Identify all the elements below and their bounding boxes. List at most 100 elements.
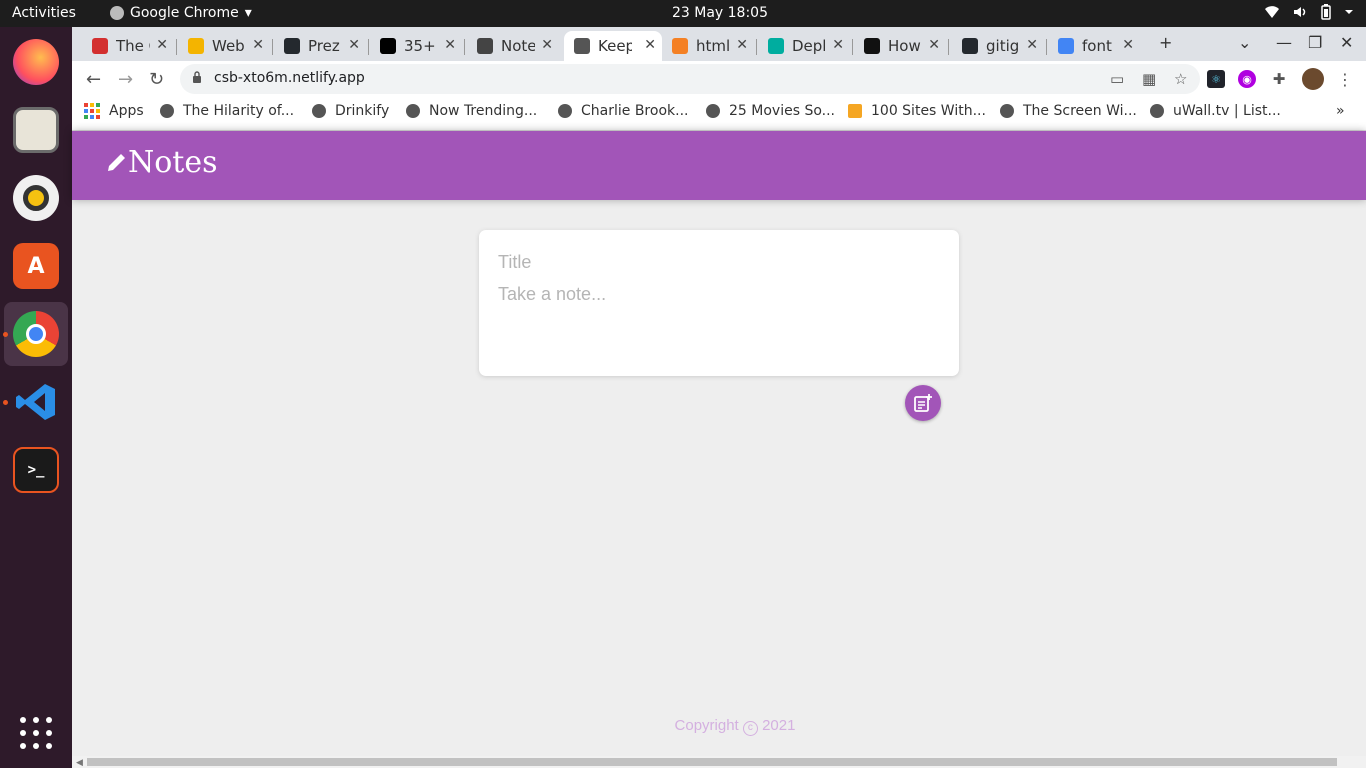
tab-separator bbox=[272, 39, 273, 55]
bookmark-label: 25 Movies So... bbox=[729, 103, 835, 119]
note-title-input[interactable]: Title bbox=[498, 252, 531, 273]
running-indicator bbox=[3, 400, 8, 405]
qr-code-icon[interactable]: ▦ bbox=[1142, 70, 1156, 88]
tab-vivaldi[interactable]: The C ✕ bbox=[82, 31, 174, 61]
tab-github[interactable]: Prez ✕ bbox=[274, 31, 366, 61]
tab-label: Web bbox=[212, 37, 245, 55]
vscode-icon bbox=[13, 379, 59, 425]
more-bookmarks-icon[interactable]: » bbox=[1336, 103, 1345, 119]
battery-icon bbox=[1321, 4, 1331, 20]
pencil-icon bbox=[108, 154, 125, 171]
dock-files[interactable] bbox=[4, 98, 68, 162]
tab-separator bbox=[464, 39, 465, 55]
firefox-icon bbox=[13, 39, 59, 85]
address-bar[interactable]: csb-xto6m.netlify.app ▭ ▦ ☆ bbox=[180, 64, 1200, 94]
tab-web[interactable]: Web ✕ bbox=[178, 31, 270, 61]
extension-icon[interactable]: ◉ bbox=[1238, 70, 1256, 88]
scroll-left-icon[interactable]: ◀ bbox=[76, 757, 83, 768]
extensions-puzzle-icon[interactable]: ✚ bbox=[1270, 70, 1288, 88]
tab-mdn[interactable]: How ✕ bbox=[854, 31, 946, 61]
bookmark-label: Now Trending... bbox=[429, 103, 538, 119]
bookmark-star-icon[interactable]: ☆ bbox=[1174, 70, 1187, 88]
bookmark-label: uWall.tv | List... bbox=[1173, 103, 1281, 119]
note-content-textarea[interactable]: Take a note... bbox=[498, 284, 606, 305]
tab-close-icon[interactable]: ✕ bbox=[252, 37, 264, 53]
scrollbar-thumb[interactable] bbox=[87, 758, 1337, 766]
tab-close-icon[interactable]: ✕ bbox=[928, 37, 940, 53]
dock-rhythmbox[interactable] bbox=[4, 166, 68, 230]
bookmark-item[interactable]: The Hilarity of... bbox=[160, 103, 294, 119]
tab-close-icon[interactable]: ✕ bbox=[736, 37, 748, 53]
forward-icon[interactable]: → bbox=[118, 69, 133, 90]
tab-close-icon[interactable]: ✕ bbox=[1026, 37, 1038, 53]
tab-codesandbox[interactable]: Note ✕ bbox=[467, 31, 559, 61]
tab-close-icon[interactable]: ✕ bbox=[1122, 37, 1134, 53]
tab-github[interactable]: gitig ✕ bbox=[952, 31, 1044, 61]
rhythmbox-icon bbox=[13, 175, 59, 221]
app-title: Notes bbox=[128, 145, 218, 180]
tab-netlify[interactable]: Depl ✕ bbox=[758, 31, 850, 61]
github-icon bbox=[284, 38, 300, 54]
tab-google[interactable]: font ✕ bbox=[1048, 31, 1140, 61]
bookmark-item[interactable]: Now Trending... bbox=[406, 103, 537, 119]
show-applications-button[interactable] bbox=[20, 717, 52, 749]
kebab-menu-icon[interactable]: ⋮ bbox=[1336, 70, 1354, 89]
tab-separator bbox=[1046, 39, 1047, 55]
note-add-icon bbox=[914, 394, 932, 412]
cast-icon[interactable]: ▭ bbox=[1110, 70, 1124, 88]
stackoverflow-icon bbox=[672, 38, 688, 54]
bookmark-item[interactable]: 25 Movies So... bbox=[706, 103, 835, 119]
dock-vscode[interactable] bbox=[4, 370, 68, 434]
tab-close-icon[interactable]: ✕ bbox=[644, 37, 656, 53]
bookmark-item[interactable]: Charlie Brook... bbox=[558, 103, 688, 119]
copyright-symbol-icon: c bbox=[742, 721, 758, 736]
tab-label: Prez bbox=[308, 37, 340, 55]
bookmark-label: The Hilarity of... bbox=[183, 103, 295, 119]
new-tab-button[interactable]: + bbox=[1159, 33, 1172, 52]
footer: Copyright c 2021 bbox=[72, 717, 1366, 736]
reload-icon[interactable]: ↻ bbox=[149, 69, 164, 90]
close-window-icon[interactable]: ✕ bbox=[1340, 33, 1353, 52]
tab-stackoverflow[interactable]: html ✕ bbox=[662, 31, 754, 61]
tab-close-icon[interactable]: ✕ bbox=[832, 37, 844, 53]
dock-chrome[interactable] bbox=[4, 302, 68, 366]
apps-shortcut[interactable]: Apps bbox=[84, 103, 144, 119]
clock[interactable]: 23 May 18:05 bbox=[0, 5, 1366, 21]
tab-separator bbox=[948, 39, 949, 55]
browser-window: The C✕Web✕Prez✕35+ F✕Note✕Keep✕html✕Depl… bbox=[72, 27, 1366, 768]
dock-terminal[interactable]: >_ bbox=[4, 438, 68, 502]
browser-toolbar: ← → ↻ csb-xto6m.netlify.app ▭ ▦ ☆ ⚛ ◉ ✚ … bbox=[72, 61, 1366, 97]
dock-software-center[interactable]: A bbox=[4, 234, 68, 298]
tab-close-icon[interactable]: ✕ bbox=[444, 37, 456, 53]
tab-label: Keep bbox=[598, 37, 632, 55]
tab-label: 35+ F bbox=[404, 37, 438, 55]
netlify-icon bbox=[768, 38, 784, 54]
software-center-icon: A bbox=[13, 243, 59, 289]
bookmark-item[interactable]: The Screen Wi... bbox=[1000, 103, 1137, 119]
add-note-button[interactable] bbox=[905, 385, 941, 421]
react-devtools-icon[interactable]: ⚛ bbox=[1207, 70, 1225, 88]
tab-close-icon[interactable]: ✕ bbox=[348, 37, 360, 53]
back-icon[interactable]: ← bbox=[86, 69, 101, 90]
bookmark-item[interactable]: uWall.tv | List... bbox=[1150, 103, 1281, 119]
bookmark-label: 100 Sites With... bbox=[871, 103, 986, 119]
tab-dev[interactable]: 35+ F ✕ bbox=[370, 31, 462, 61]
horizontal-scrollbar[interactable]: ◀ bbox=[72, 756, 1366, 768]
dock-firefox[interactable] bbox=[4, 30, 68, 94]
profile-avatar[interactable] bbox=[1302, 68, 1324, 90]
minimize-icon[interactable]: — bbox=[1276, 33, 1292, 52]
copyright-label: Copyright bbox=[674, 717, 739, 734]
bookmark-item[interactable]: Drinkify bbox=[312, 103, 389, 119]
mdn-icon bbox=[864, 38, 880, 54]
bookmark-item[interactable]: 100 Sites With... bbox=[848, 103, 986, 119]
restore-icon[interactable]: ❐ bbox=[1308, 33, 1322, 52]
web-icon bbox=[188, 38, 204, 54]
web-page: Notes Title Take a note... Copyright c 2… bbox=[72, 131, 1366, 768]
system-tray[interactable] bbox=[1264, 4, 1354, 20]
globe-icon bbox=[706, 104, 720, 118]
tab-search-icon[interactable]: ⌄ bbox=[1238, 33, 1251, 52]
codesandbox-icon bbox=[477, 38, 493, 54]
tab-globe[interactable]: Keep ✕ bbox=[564, 31, 662, 61]
tab-close-icon[interactable]: ✕ bbox=[156, 37, 168, 53]
tab-close-icon[interactable]: ✕ bbox=[541, 37, 553, 53]
